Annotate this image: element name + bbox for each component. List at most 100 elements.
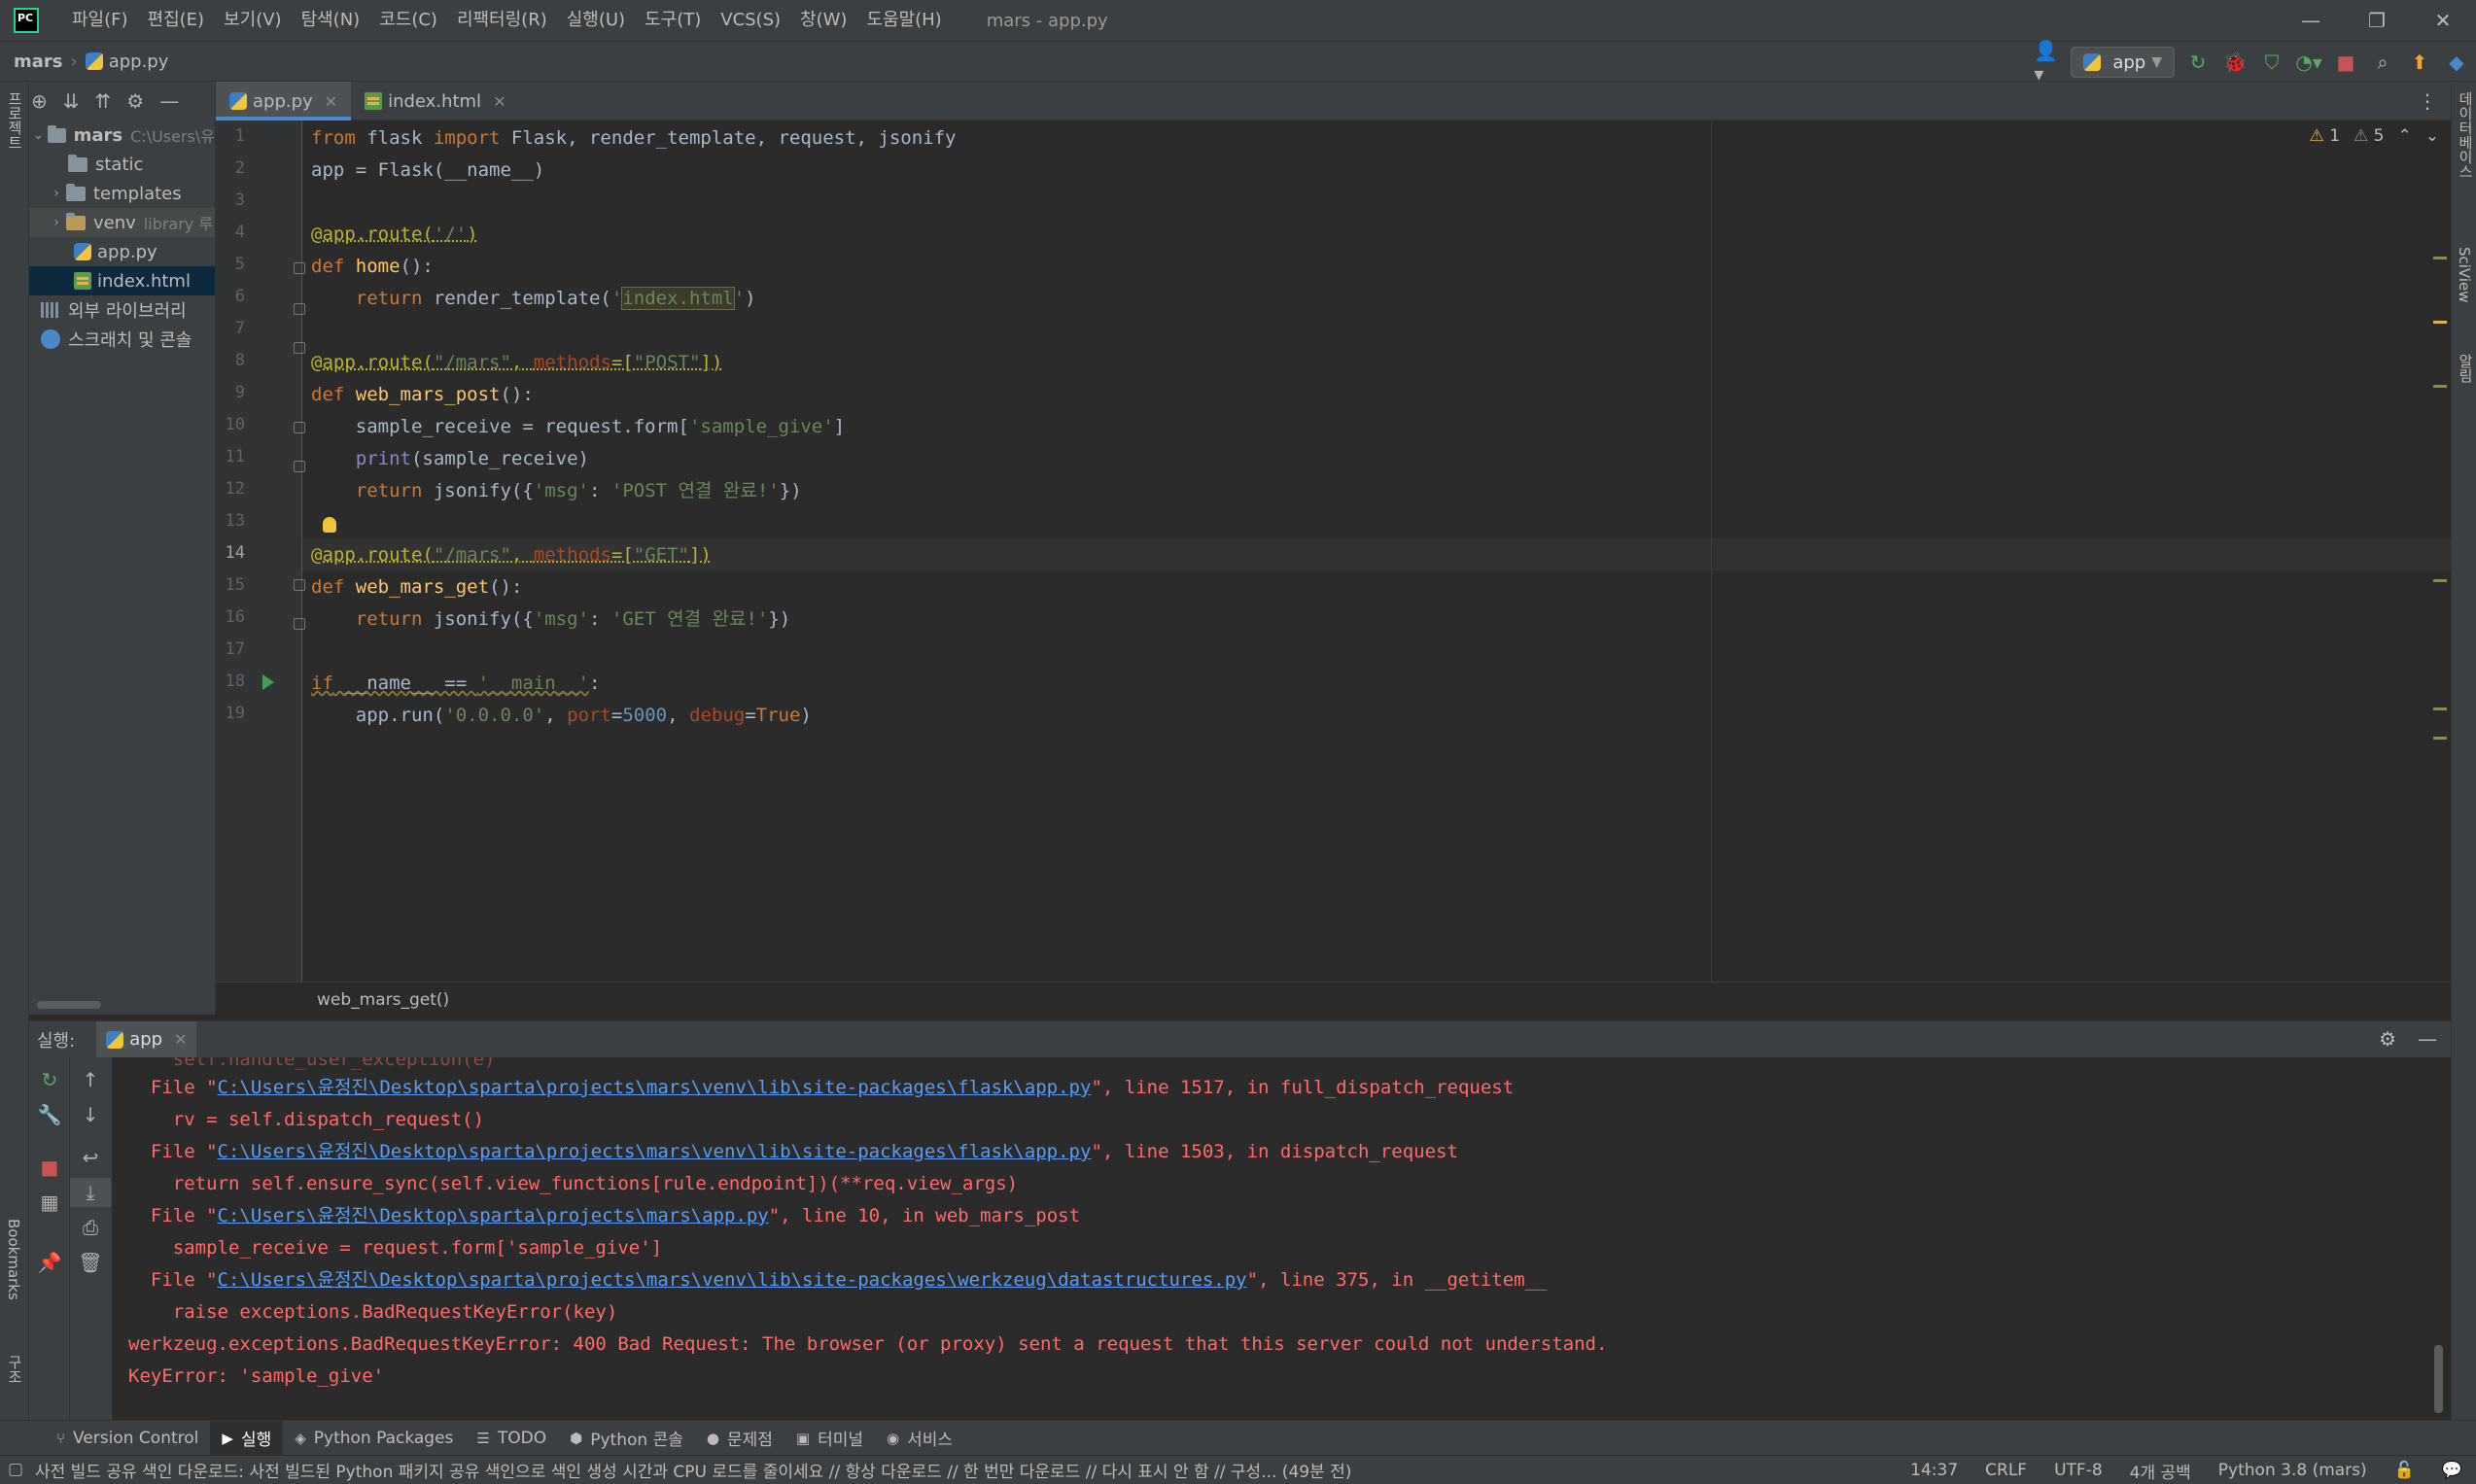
menu-run[interactable]: 실행(U)	[557, 0, 635, 41]
tab-index-html[interactable]: index.html ✕	[351, 82, 519, 121]
notifications-icon[interactable]: 💬	[2428, 1461, 2476, 1480]
chevron-down-icon[interactable]: ⌄	[29, 127, 48, 143]
stop-icon[interactable]: ■	[29, 1153, 70, 1182]
layout-icon[interactable]: ▦	[29, 1188, 70, 1217]
line-separator[interactable]: CRLF	[1971, 1461, 2040, 1480]
ide-features-icon[interactable]: ◆	[2443, 49, 2470, 76]
menu-window[interactable]: 창(W)	[790, 0, 856, 41]
chevron-right-icon[interactable]: ›	[47, 186, 66, 201]
select-opened-file-icon[interactable]: ⊕	[31, 89, 48, 113]
notifications-tool-label[interactable]: 알림	[2456, 354, 2476, 383]
lightbulb-icon[interactable]	[323, 517, 336, 533]
run-console-output[interactable]: self.handle_user_exception(e) File "C:\U…	[113, 1057, 2451, 1420]
breadcrumb-project[interactable]: mars	[14, 52, 63, 72]
soft-wrap-icon[interactable]: ↩	[70, 1143, 111, 1172]
run-gutter-icon[interactable]	[262, 674, 274, 690]
console-file-link[interactable]: C:\Users\윤정진\Desktop\sparta\projects\mar…	[218, 1269, 1247, 1291]
menu-view[interactable]: 보기(V)	[214, 0, 291, 41]
structure-tool-label[interactable]: 구조	[5, 1355, 25, 1384]
tree-item-app-py[interactable]: app.py	[29, 237, 215, 266]
menu-help[interactable]: 도움말(H)	[856, 0, 951, 41]
search-icon[interactable]: ⌕	[2369, 49, 2396, 76]
tool-window-button[interactable]: ◈ Python Packages	[283, 1421, 465, 1456]
fold-icon[interactable]	[294, 262, 305, 274]
database-tool-label[interactable]: 데이터베이스	[2456, 91, 2476, 179]
wrench-icon[interactable]: 🔧	[29, 1100, 70, 1129]
close-icon[interactable]: ✕	[174, 1030, 187, 1049]
profile-icon[interactable]: ◔▾	[2295, 49, 2322, 76]
menu-vcs[interactable]: VCS(S)	[711, 0, 790, 41]
tree-item-scratches[interactable]: 스크래치 및 콘솔	[29, 325, 215, 354]
menu-navigate[interactable]: 탐색(N)	[292, 0, 370, 41]
console-file-link[interactable]: C:\Users\윤정진\Desktop\sparta\projects\mar…	[218, 1077, 1092, 1098]
panel-toggle-icon[interactable]: ▢	[8, 1460, 23, 1479]
chevron-up-icon[interactable]: ⌃	[2398, 126, 2412, 146]
hide-panel-icon[interactable]: —	[2418, 1027, 2437, 1051]
fold-icon[interactable]	[294, 342, 305, 354]
collapse-all-icon[interactable]: ⇈	[95, 89, 112, 113]
rerun-icon[interactable]: ↻	[29, 1065, 70, 1094]
caret-position[interactable]: 14:37	[1897, 1461, 1971, 1480]
run-with-coverage-icon[interactable]: ⛉	[2258, 49, 2285, 76]
tool-window-button[interactable]: ⑂ Version Control	[45, 1421, 210, 1456]
tool-window-button[interactable]: ◉ 서비스	[875, 1421, 964, 1456]
bookmarks-tool-label[interactable]: Bookmarks	[5, 1219, 22, 1300]
tool-window-button[interactable]: ● 문제점	[695, 1421, 785, 1456]
tree-root-mars[interactable]: ⌄ mars C:\Users\유	[29, 121, 215, 150]
error-stripe-mark[interactable]	[2433, 579, 2447, 582]
breadcrumb-function[interactable]: web_mars_get()	[317, 990, 449, 1010]
error-stripe-mark[interactable]	[2433, 321, 2447, 324]
weak-warning-count[interactable]: ⚠ 5	[2354, 126, 2384, 146]
fold-icon[interactable]	[294, 618, 305, 630]
python-interpreter[interactable]: Python 3.8 (mars)	[2205, 1461, 2381, 1480]
menu-edit[interactable]: 편집(E)	[138, 0, 215, 41]
status-message[interactable]: 사전 빌드 공유 색인 다운로드: 사전 빌드된 Python 패키지 공유 색…	[35, 1458, 1351, 1482]
expand-all-icon[interactable]: ⇊	[63, 89, 80, 113]
fold-icon[interactable]	[294, 422, 305, 433]
fold-icon[interactable]	[294, 303, 305, 315]
tab-app-py[interactable]: app.py ✕	[216, 82, 352, 121]
breadcrumb-file[interactable]: app.py	[109, 52, 169, 72]
tree-item-external-libraries[interactable]: 외부 라이브러리	[29, 295, 215, 325]
hide-panel-icon[interactable]: —	[159, 89, 179, 113]
print-icon[interactable]: ⎙	[70, 1213, 111, 1242]
rerun-icon[interactable]: ↻	[2184, 49, 2212, 76]
code-editor[interactable]: from flask import Flask, render_template…	[216, 121, 2451, 982]
close-icon[interactable]: ✕	[325, 92, 337, 111]
file-encoding[interactable]: UTF-8	[2040, 1461, 2116, 1480]
project-horizontal-scrollbar[interactable]	[37, 1001, 101, 1009]
console-vertical-scrollbar[interactable]	[2434, 1345, 2443, 1413]
scroll-to-end-icon[interactable]: ⤓	[70, 1178, 111, 1207]
tree-item-templates[interactable]: › templates	[29, 179, 215, 208]
more-options-icon[interactable]: ⋮	[2418, 89, 2437, 113]
error-stripe-mark[interactable]	[2433, 707, 2447, 710]
inspection-widget[interactable]: ⚠ 1 ⚠ 5 ⌃ ⌄	[2310, 126, 2439, 146]
user-account-icon[interactable]: 👤▾	[2034, 39, 2061, 86]
pin-icon[interactable]: 📌	[29, 1248, 70, 1277]
menu-code[interactable]: 코드(C)	[369, 0, 447, 41]
run-tab-app[interactable]: app ✕	[96, 1020, 197, 1058]
gear-icon[interactable]: ⚙	[2379, 1027, 2396, 1051]
gear-icon[interactable]: ⚙	[126, 89, 144, 113]
update-icon[interactable]: ⬆	[2406, 49, 2433, 76]
tree-item-venv[interactable]: › venv library 루	[29, 208, 215, 237]
warning-count[interactable]: ⚠ 1	[2310, 126, 2340, 146]
menu-tools[interactable]: 도구(T)	[635, 0, 711, 41]
tool-window-button[interactable]: ▣ 터미널	[785, 1421, 875, 1456]
tree-item-index-html[interactable]: index.html	[29, 266, 215, 295]
debug-icon[interactable]: 🐞	[2221, 49, 2249, 76]
fold-icon[interactable]	[294, 461, 305, 472]
close-icon[interactable]: ✕	[493, 92, 506, 111]
error-stripe-mark[interactable]	[2433, 257, 2447, 259]
run-configuration-selector[interactable]: app ▼	[2071, 47, 2175, 78]
trash-icon[interactable]: 🗑	[70, 1248, 111, 1277]
lock-icon[interactable]: 🔓	[2381, 1461, 2428, 1480]
error-stripe-mark[interactable]	[2433, 385, 2447, 388]
chevron-right-icon[interactable]: ›	[47, 215, 66, 230]
fold-icon[interactable]	[294, 579, 305, 591]
stop-icon[interactable]: ■	[2332, 49, 2359, 76]
menu-file[interactable]: 파일(F)	[62, 0, 138, 41]
project-tool-label[interactable]: 프로젝트	[5, 91, 25, 150]
error-stripe-mark[interactable]	[2433, 737, 2447, 740]
arrow-down-icon[interactable]: ↓	[70, 1100, 111, 1129]
